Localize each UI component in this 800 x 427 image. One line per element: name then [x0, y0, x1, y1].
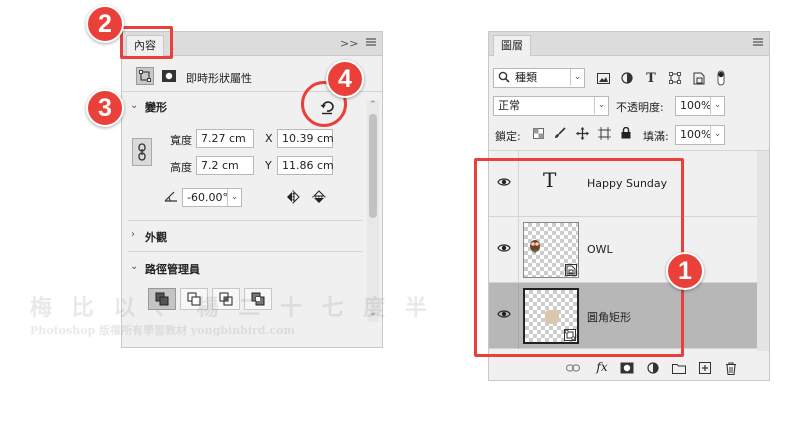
filter-adjustment-icon[interactable] — [619, 70, 635, 86]
height-field[interactable]: 7.2 cm — [196, 156, 254, 175]
flip-horizontal-icon[interactable] — [284, 188, 302, 206]
opacity-field[interactable]: 100% ⌄ — [675, 96, 725, 116]
callout-3: 3 — [86, 89, 124, 127]
fill-label: 填滿: — [643, 130, 669, 143]
lock-artboard-icon[interactable] — [597, 126, 611, 140]
height-label: 高度 — [170, 161, 192, 174]
fill-field[interactable]: 100% ⌄ — [675, 125, 725, 145]
chevron-down-icon[interactable]: ⌄ — [130, 100, 138, 111]
properties-header-title: 即時形狀屬性 — [186, 72, 252, 85]
path-operations-title[interactable]: 路徑管理員 — [145, 261, 200, 277]
collapse-panel-button[interactable]: >> — [340, 37, 358, 50]
callout-4: 4 — [326, 60, 364, 98]
filter-pixel-icon[interactable] — [595, 70, 611, 86]
properties-scrollbar[interactable]: ⌃ ⌄ — [367, 100, 379, 322]
link-dimensions-icon[interactable] — [132, 138, 152, 166]
callout-2: 2 — [86, 5, 124, 43]
highlight-layer-list — [474, 158, 684, 357]
scrollbar-thumb[interactable] — [369, 114, 377, 218]
lock-image-pixels-icon[interactable] — [553, 126, 567, 140]
layers-scrollbar[interactable] — [757, 151, 769, 351]
layers-footer: fx — [489, 357, 769, 379]
filter-shape-icon[interactable] — [667, 70, 683, 86]
delete-layer-icon[interactable] — [723, 360, 739, 376]
panel-menu-icon[interactable] — [365, 36, 377, 51]
chevron-down-icon: ⌄ — [227, 189, 241, 206]
link-layers-icon[interactable] — [565, 360, 581, 376]
new-adjustment-layer-icon[interactable] — [645, 360, 661, 376]
fill-value: 100% — [680, 128, 712, 141]
chevron-down-icon: ⌄ — [710, 126, 724, 143]
angle-value: -60.00° — [187, 191, 228, 204]
mask-properties-icon[interactable] — [160, 67, 178, 85]
lock-label: 鎖定: — [495, 130, 521, 143]
highlight-properties-tab — [120, 26, 173, 59]
transform-section-title[interactable]: 變形 — [145, 99, 167, 115]
y-field[interactable]: 11.86 cm — [277, 156, 334, 175]
chevron-right-icon[interactable]: › — [131, 229, 135, 240]
blend-mode-value: 正常 — [498, 99, 520, 112]
callout-1: 1 — [666, 252, 704, 290]
width-label: 寬度 — [170, 134, 192, 147]
add-mask-icon[interactable] — [619, 360, 635, 376]
lock-position-icon[interactable] — [575, 126, 589, 140]
chevron-down-icon[interactable]: ⌄ — [130, 261, 138, 272]
chevron-down-icon: ⌄ — [594, 97, 608, 114]
scroll-up-icon[interactable]: ⌃ — [369, 100, 377, 110]
angle-dropdown[interactable]: -60.00° ⌄ — [182, 188, 242, 207]
blend-mode-dropdown[interactable]: 正常 ⌄ — [493, 96, 609, 116]
flip-vertical-icon[interactable] — [310, 188, 328, 206]
angle-icon — [164, 190, 178, 205]
appearance-divider — [128, 251, 362, 252]
filter-type-icon[interactable]: T — [643, 70, 659, 86]
layers-tabbar: 圖層 — [489, 32, 769, 56]
width-field[interactable]: 7.27 cm — [196, 129, 254, 148]
watermark-subtitle: Photoshop 版權所有學習教材 yongbinbird.com — [30, 324, 296, 337]
chevron-down-icon: ⌄ — [570, 69, 584, 86]
appearance-section-title[interactable]: 外觀 — [145, 229, 167, 245]
tab-layers-label: 圖層 — [501, 39, 523, 52]
x-field[interactable]: 10.39 cm — [277, 129, 334, 148]
opacity-value: 100% — [680, 99, 712, 112]
y-label: Y — [265, 159, 272, 172]
filter-toggle-icon[interactable] — [715, 68, 727, 88]
new-layer-icon[interactable] — [697, 360, 713, 376]
layer-filter-value: 種類 — [515, 71, 537, 84]
lock-all-icon[interactable] — [619, 126, 633, 140]
search-icon — [498, 71, 510, 88]
x-label: X — [265, 132, 273, 145]
layer-effects-icon[interactable]: fx — [593, 359, 611, 375]
panel-menu-icon[interactable] — [752, 36, 764, 51]
transform-divider — [128, 220, 362, 221]
lock-transparent-pixels-icon[interactable] — [531, 126, 545, 140]
watermark-title: 梅 比 以 、 楊 二 十 七 度 半 — [30, 295, 433, 321]
shape-properties-icon[interactable] — [136, 67, 154, 85]
new-group-icon[interactable] — [671, 360, 687, 376]
layer-filter-dropdown[interactable]: 種類 ⌄ — [493, 68, 585, 88]
opacity-label: 不透明度: — [616, 101, 664, 114]
tab-layers[interactable]: 圖層 — [493, 35, 531, 56]
chevron-down-icon: ⌄ — [710, 97, 724, 114]
filter-smart-object-icon[interactable] — [691, 70, 707, 86]
